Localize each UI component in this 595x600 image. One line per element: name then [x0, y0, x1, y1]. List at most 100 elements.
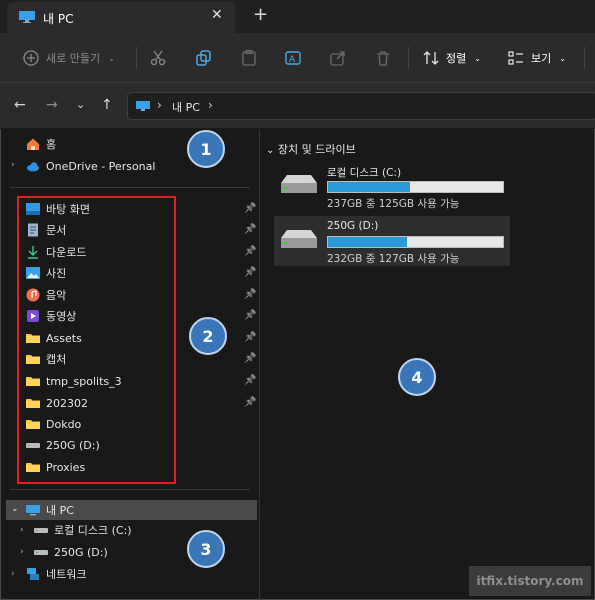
- sidebar-item-label: tmp_spolits_3: [46, 374, 122, 388]
- drive-space-info: 237GB 중 125GB 사용 가능: [327, 198, 460, 210]
- drive-usage-fill: [328, 237, 407, 247]
- sidebar-item-drive-d[interactable]: 250G (D:): [34, 542, 108, 562]
- chevron-down-icon: ⌄: [559, 53, 566, 63]
- close-tab-button[interactable]: ✕: [211, 7, 223, 23]
- svg-text:A: A: [289, 55, 296, 65]
- rename-icon: A: [285, 51, 301, 65]
- pin-icon[interactable]: 📌: [244, 289, 256, 300]
- sidebar-item-quick-access[interactable]: 문서: [26, 220, 66, 240]
- drive-icon: [281, 230, 317, 248]
- video-icon: [26, 309, 40, 323]
- breadcrumb-this-pc[interactable]: 내 PC: [172, 99, 200, 115]
- pin-icon[interactable]: 📌: [244, 397, 256, 408]
- sidebar-item-onedrive[interactable]: OneDrive - Personal: [26, 156, 155, 176]
- delete-button[interactable]: [374, 33, 392, 83]
- sort-button[interactable]: 정렬 ⌄: [422, 33, 481, 83]
- sidebar-item-label: Dokdo: [46, 417, 82, 431]
- folder-icon: [26, 460, 40, 474]
- tab-bar: 내 PC ✕ +: [0, 0, 595, 33]
- group-header-label: 장치 및 드라이브: [277, 143, 356, 156]
- sidebar-item-local-disk[interactable]: 로컬 디스크 (C:): [34, 520, 132, 540]
- pin-icon[interactable]: 📌: [244, 310, 256, 321]
- sidebar-item-quick-access[interactable]: 캡처: [26, 349, 66, 369]
- new-button[interactable]: 새로 만들기 ⌄: [22, 33, 115, 83]
- sidebar-item-quick-access[interactable]: Dokdo: [26, 414, 81, 434]
- pin-icon[interactable]: 📌: [244, 203, 256, 214]
- sidebar-item-label: OneDrive - Personal: [46, 159, 156, 173]
- new-tab-button[interactable]: +: [253, 4, 268, 25]
- drive-tile-d[interactable]: 250G (D:) 232GB 중 127GB 사용 가능: [274, 216, 510, 266]
- command-bar: 새로 만들기 ⌄ A 정렬 ⌄ 보기 ⌄: [0, 33, 595, 83]
- sidebar-item-label: 내 PC: [46, 504, 74, 517]
- sidebar-item-label: 250G (D:): [54, 545, 108, 559]
- sidebar-item-this-pc[interactable]: 내 PC: [26, 500, 74, 520]
- sidebar-item-quick-access[interactable]: 바탕 화면: [26, 199, 90, 219]
- toolbar-divider: [136, 47, 137, 69]
- drive-usage-bar: [327, 236, 504, 248]
- drive-usage-fill: [328, 182, 411, 192]
- chevron-down-icon: ⌄: [474, 53, 481, 63]
- cloud-icon: [27, 162, 39, 172]
- scissors-icon: [150, 50, 166, 66]
- folder-icon: [26, 417, 40, 431]
- toolbar-divider: [408, 47, 409, 69]
- drive-icon: [34, 550, 48, 555]
- breadcrumb-separator[interactable]: ›: [208, 98, 213, 112]
- sidebar-item-quick-access[interactable]: 사진: [26, 263, 66, 283]
- forward-arrow-icon[interactable]: →: [46, 97, 58, 113]
- sidebar-item-label: 202302: [46, 396, 88, 410]
- sidebar-item-quick-access[interactable]: 202302: [26, 393, 88, 413]
- expand-chevron-icon[interactable]: ›: [20, 525, 24, 535]
- sidebar-item-quick-access[interactable]: 음악: [26, 285, 66, 305]
- monitor-icon: [19, 11, 35, 23]
- expand-chevron-icon[interactable]: ›: [20, 547, 24, 557]
- share-button[interactable]: [329, 33, 347, 83]
- sidebar-item-label: 문서: [46, 224, 67, 237]
- address-row: ← → ⌄ ↑ › 내 PC ›: [0, 83, 595, 129]
- address-bar[interactable]: › 내 PC ›: [127, 92, 595, 120]
- sidebar-item-quick-access[interactable]: 다운로드: [26, 242, 86, 262]
- new-label: 새로 만들기: [46, 52, 101, 65]
- sidebar-item-label: 250G (D:): [46, 438, 100, 452]
- expand-chevron-icon[interactable]: ›: [11, 569, 15, 579]
- sidebar-item-quick-access[interactable]: Proxies: [26, 457, 85, 477]
- annotation-badge-3: 3: [187, 530, 225, 568]
- back-arrow-icon[interactable]: ←: [14, 97, 26, 113]
- sidebar-item-label: 사진: [46, 267, 67, 280]
- pin-icon[interactable]: 📌: [244, 267, 256, 278]
- sidebar-item-quick-access[interactable]: 250G (D:): [26, 435, 100, 455]
- pane-divider[interactable]: [259, 130, 260, 600]
- up-arrow-icon[interactable]: ↑: [101, 97, 113, 113]
- recent-chevron-icon[interactable]: ⌄: [76, 98, 85, 111]
- drive-tile-c[interactable]: 로컬 디스크 (C:) 237GB 중 125GB 사용 가능: [274, 161, 510, 211]
- paste-button[interactable]: [240, 33, 258, 83]
- pin-icon[interactable]: 📌: [244, 246, 256, 257]
- monitor-icon: [136, 101, 150, 111]
- collapse-chevron-icon[interactable]: ⌄: [11, 504, 19, 514]
- breadcrumb-separator[interactable]: ›: [157, 98, 162, 112]
- view-icon: [508, 51, 523, 65]
- sidebar-item-quick-access[interactable]: 동영상: [26, 306, 76, 326]
- pin-icon[interactable]: 📌: [244, 353, 256, 364]
- rename-button[interactable]: A: [284, 33, 302, 83]
- pin-icon[interactable]: 📌: [244, 375, 256, 386]
- drive-icon: [34, 528, 48, 533]
- drive-name: 250G (D:): [327, 220, 379, 232]
- pin-icon[interactable]: 📌: [244, 224, 256, 235]
- sidebar-item-quick-access[interactable]: Assets: [26, 328, 82, 348]
- sidebar-item-home[interactable]: 홈: [26, 134, 56, 154]
- expand-chevron-icon[interactable]: ›: [11, 160, 15, 170]
- copy-button[interactable]: [195, 33, 213, 83]
- drive-icon: [26, 438, 40, 452]
- annotation-badge-2: 2: [189, 317, 227, 355]
- group-header[interactable]: ⌄ 장치 및 드라이브: [266, 141, 356, 157]
- view-button[interactable]: 보기 ⌄: [507, 33, 566, 83]
- divider: [10, 187, 250, 188]
- cut-button[interactable]: [149, 33, 167, 83]
- sidebar-item-network[interactable]: 네트워크: [26, 564, 86, 584]
- share-icon: [330, 51, 345, 66]
- plus-circle-icon: [23, 50, 39, 66]
- pin-icon[interactable]: 📌: [244, 332, 256, 343]
- tab-this-pc[interactable]: 내 PC ✕: [7, 2, 235, 33]
- sidebar-item-quick-access[interactable]: tmp_spolits_3: [26, 371, 122, 391]
